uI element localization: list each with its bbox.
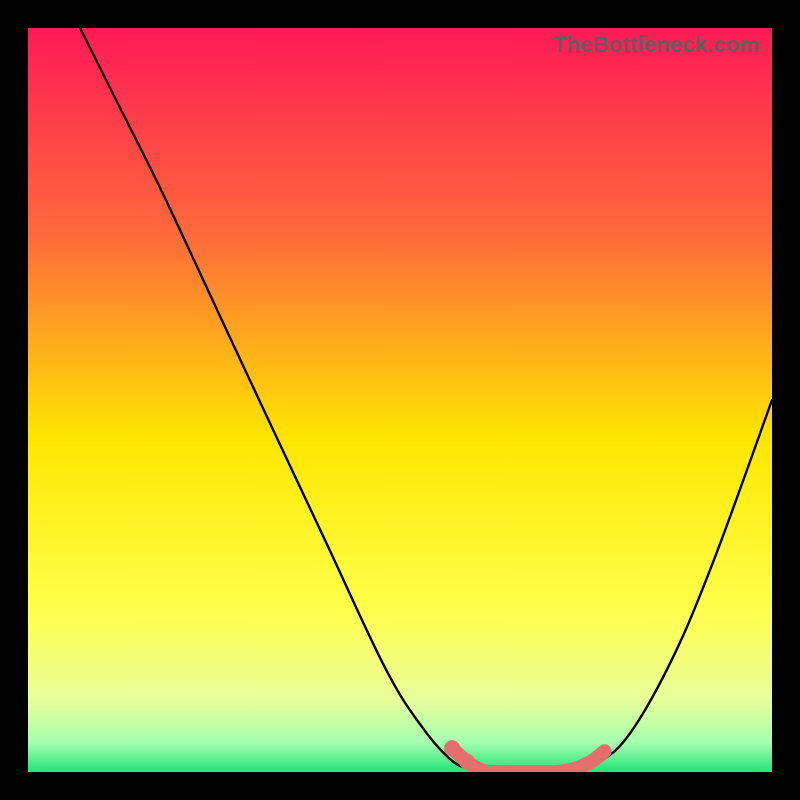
curve-layer: [28, 28, 772, 772]
plot-area: TheBottleneck.com: [28, 28, 772, 772]
highlight-dot: [444, 740, 460, 756]
curve-left-segment: [80, 28, 474, 771]
curve-right-segment: [586, 400, 772, 768]
highlight-dot: [459, 754, 475, 770]
chart-frame: TheBottleneck.com: [0, 0, 800, 800]
watermark-text: TheBottleneck.com: [554, 32, 760, 58]
highlight-markers: [452, 748, 605, 772]
